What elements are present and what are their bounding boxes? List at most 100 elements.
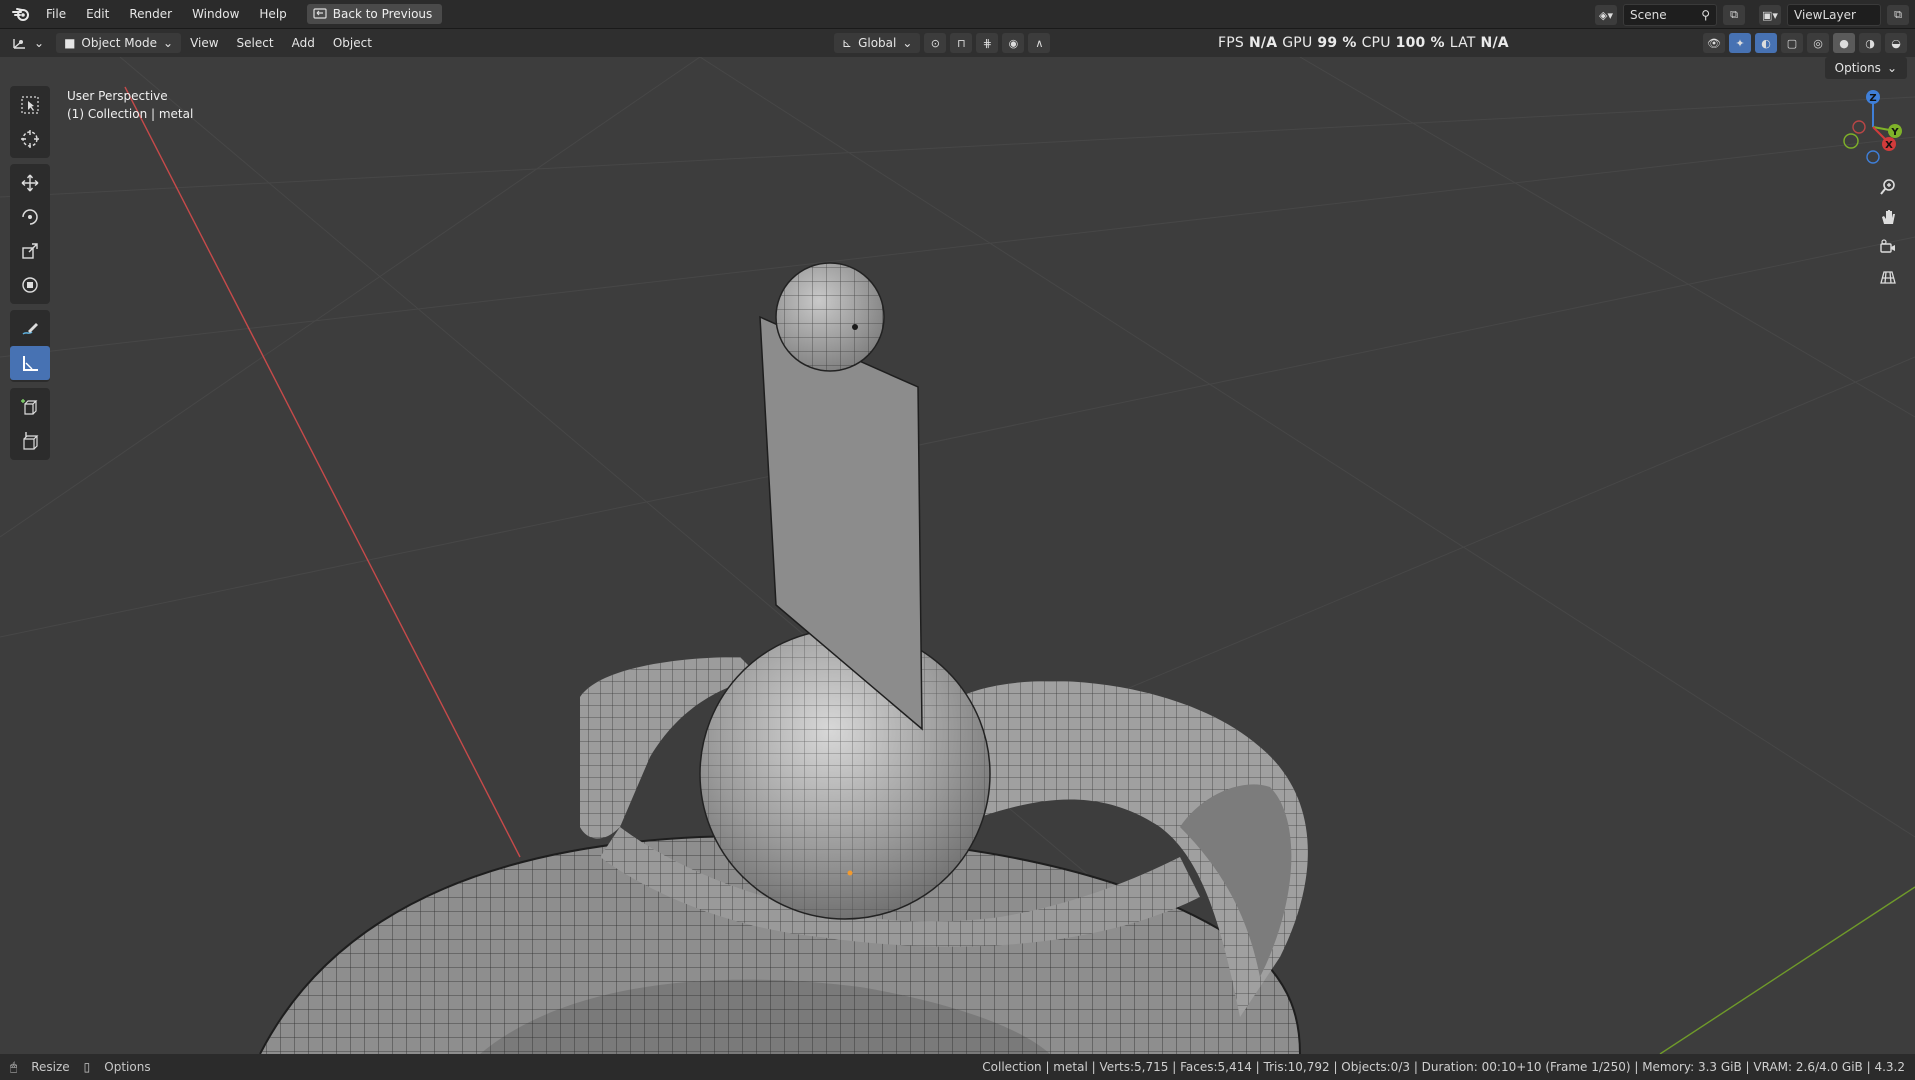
- transform-tools: [10, 164, 50, 304]
- menu-render[interactable]: Render: [119, 7, 182, 21]
- scene-browse-icon[interactable]: ◈▾: [1595, 5, 1617, 25]
- falloff-icon[interactable]: ∧: [1028, 33, 1051, 53]
- rotate-icon[interactable]: [10, 200, 50, 234]
- view-layer-name: ViewLayer: [1794, 8, 1856, 22]
- origin-point: [847, 870, 853, 876]
- fps-value: N/A: [1248, 35, 1278, 51]
- screen-icon: [313, 8, 327, 19]
- viewport-info: User Perspective (1) Collection | metal: [67, 87, 193, 123]
- gizmo-toggle-icon[interactable]: ✦: [1729, 33, 1751, 53]
- new-view-layer-icon[interactable]: ⧉: [1887, 5, 1909, 25]
- 3d-viewport-icon: [13, 39, 25, 49]
- chevron-down-icon: ⌄: [1886, 61, 1897, 75]
- lat-label: LAT: [1449, 35, 1476, 51]
- gpu-value: 99 %: [1317, 35, 1357, 51]
- options-hint: Options: [104, 1060, 151, 1074]
- scene-name: Scene: [1630, 8, 1667, 22]
- blender-logo-icon[interactable]: [6, 0, 36, 28]
- orientation-dropdown[interactable]: ⊾ Global ⌄: [834, 33, 921, 53]
- material-shading-icon[interactable]: ◑: [1859, 33, 1881, 53]
- transform-icon[interactable]: [10, 268, 50, 302]
- cpu-value: 100 %: [1395, 35, 1445, 51]
- orientation-label: Global: [858, 36, 897, 50]
- menu-file[interactable]: File: [36, 7, 76, 21]
- pan-hand-icon[interactable]: [1873, 203, 1903, 231]
- orthographic-grid-icon[interactable]: [1873, 263, 1903, 291]
- menu-edit[interactable]: Edit: [76, 7, 119, 21]
- options-label: Options: [1834, 61, 1881, 75]
- solid-shading-icon[interactable]: ●: [1833, 33, 1855, 53]
- cursor-icon[interactable]: [10, 122, 50, 156]
- navigation-gizmo[interactable]: Z Y X: [1825, 87, 1915, 253]
- small-sphere-mesh: [775, 262, 885, 372]
- collection-label: (1) Collection | metal: [67, 107, 194, 121]
- proportional-edit-icon[interactable]: ◉: [1002, 33, 1025, 53]
- lat-value: N/A: [1480, 35, 1509, 51]
- orientation-icon: ⊾: [842, 36, 853, 50]
- chevron-down-icon: ⌄: [34, 36, 45, 50]
- scene-canvas[interactable]: [0, 57, 1915, 1054]
- back-to-previous-button[interactable]: Back to Previous: [306, 4, 443, 24]
- back-to-previous-label: Back to Previous: [332, 7, 433, 21]
- mouse-icon: 🖱: [10, 1059, 18, 1074]
- annotate-icon[interactable]: [10, 312, 50, 346]
- y-axis-line: [1659, 886, 1915, 1054]
- blender-window: File Edit Render Window Help Back to Pre…: [0, 0, 1915, 1080]
- xray-icon[interactable]: ▢: [1781, 33, 1803, 53]
- view-layer-field[interactable]: ViewLayer: [1787, 4, 1881, 26]
- snap-icon[interactable]: ⊓: [950, 33, 973, 53]
- perspective-label: User Perspective: [67, 89, 168, 103]
- overlay-toggle-icon[interactable]: ◐: [1755, 33, 1777, 53]
- rendered-shading-icon[interactable]: ◒: [1885, 33, 1907, 53]
- visibility-icon[interactable]: 👁: [1703, 33, 1725, 53]
- fps-label: FPS: [1218, 35, 1244, 51]
- status-hints: 🖱 Resize ▯ Options: [10, 1060, 151, 1075]
- menu-view[interactable]: View: [181, 36, 227, 50]
- menu-window[interactable]: Window: [182, 7, 249, 21]
- camera-view-icon[interactable]: [1873, 233, 1903, 261]
- select-tools: [10, 86, 50, 158]
- scene-statistics: Collection | metal | Verts:5,715 | Faces…: [982, 1060, 1905, 1074]
- mode-label: Object Mode: [81, 36, 157, 50]
- scene-name-field[interactable]: Scene ⚲: [1623, 4, 1717, 26]
- x-axis-line: [124, 86, 521, 858]
- chevron-down-icon: ⌄: [902, 36, 913, 50]
- axis-gizmo[interactable]: Z Y X: [1825, 87, 1915, 167]
- menu-select[interactable]: Select: [228, 36, 283, 50]
- add-cube-icon[interactable]: [10, 390, 50, 424]
- status-bar: 🖱 Resize ▯ Options Collection | metal | …: [0, 1054, 1915, 1080]
- pivot-icon[interactable]: ⊙: [924, 33, 947, 53]
- measure-icon[interactable]: [10, 346, 50, 380]
- add-tools: [10, 388, 50, 460]
- scale-icon[interactable]: [10, 234, 50, 268]
- editor-type-dropdown[interactable]: ⌄: [8, 33, 48, 53]
- menu-add[interactable]: Add: [283, 36, 324, 50]
- snap-target-icon[interactable]: ⋕: [976, 33, 999, 53]
- mode-dropdown[interactable]: ■ Object Mode ⌄: [56, 33, 182, 53]
- viewport-header: ⌄ ■ Object Mode ⌄ View Select Add Object…: [0, 29, 1915, 57]
- resize-hint: Resize: [31, 1060, 70, 1074]
- pin-icon[interactable]: ⚲: [1701, 8, 1710, 22]
- annotate-tools: [10, 310, 50, 382]
- mouse-right-icon: ▯: [83, 1060, 91, 1074]
- move-icon[interactable]: [10, 166, 50, 200]
- shading-controls: 👁 ✦ ◐ ▢ ◎ ● ◑ ◒: [1703, 33, 1907, 53]
- chevron-down-icon: ⌄: [163, 36, 174, 50]
- gpu-label: GPU: [1282, 35, 1313, 51]
- menu-help[interactable]: Help: [249, 7, 296, 21]
- 3d-viewport[interactable]: User Perspective (1) Collection | metal …: [0, 57, 1915, 1054]
- performance-stats: FPS N/A GPU 99 % CPU 100 % LAT N/A: [1218, 29, 1509, 57]
- z-axis-label: Z: [1869, 93, 1876, 104]
- select-box-icon[interactable]: [10, 88, 50, 122]
- new-scene-icon[interactable]: ⧉: [1723, 5, 1745, 25]
- zoom-icon[interactable]: [1873, 173, 1903, 201]
- scene-controls: ◈▾ Scene ⚲ ⧉ ▣▾ ViewLayer ⧉: [1595, 4, 1909, 26]
- viewport-options-button[interactable]: Options ⌄: [1824, 57, 1907, 79]
- transform-controls: ⊾ Global ⌄ ⊙ ⊓ ⋕ ◉ ∧: [834, 33, 1051, 53]
- wireframe-shading-icon[interactable]: ◎: [1807, 33, 1829, 53]
- view-layer-browse-icon[interactable]: ▣▾: [1759, 5, 1781, 25]
- top-menu-bar: File Edit Render Window Help Back to Pre…: [0, 0, 1915, 29]
- extrude-icon[interactable]: [10, 424, 50, 458]
- menu-object[interactable]: Object: [324, 36, 381, 50]
- y-axis-label: Y: [1890, 127, 1899, 138]
